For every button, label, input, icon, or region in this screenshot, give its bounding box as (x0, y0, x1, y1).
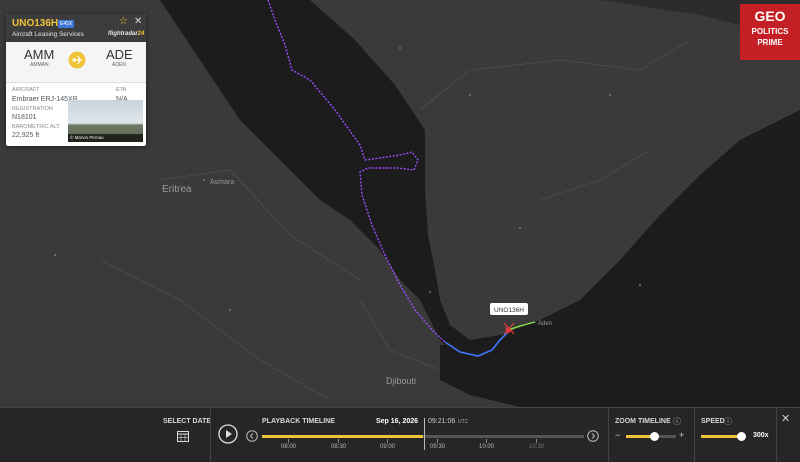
speed-help-icon[interactable]: ⓘ (724, 416, 732, 427)
zoom-slider[interactable] (626, 432, 676, 441)
aircraft-photo[interactable]: © Marvin Pirmau (68, 100, 143, 142)
brand-line-3: PRIME (757, 38, 783, 47)
close-icon[interactable]: ✕ (134, 16, 142, 27)
timeline-forward-button[interactable] (587, 430, 599, 442)
route-panel: AMM AMMAN ADE ADEN (6, 42, 146, 83)
type-badge: E45X (58, 20, 75, 28)
playback-date: Sep 16, 2026 (376, 418, 419, 425)
close-playback-button[interactable]: ✕ (781, 412, 790, 425)
playback-timezone: UTC (458, 419, 469, 425)
tick-label: 10:30 (529, 444, 545, 450)
playback-bar: SELECT DATE PLAYBACK TIMELINE Sep 16, 20… (0, 407, 800, 462)
label-asmara: Asmara (210, 179, 234, 186)
select-date-label: SELECT DATE (163, 418, 212, 425)
flightradar-logo: flightradar24 (108, 31, 144, 37)
aircraft-tag: UNO136H (494, 307, 524, 314)
flight-card-header: UNO136H E45X Aircraft Leasing Services ☆… (6, 14, 146, 42)
tick-label: 10:00 (479, 444, 495, 450)
playback-timeline-label: PLAYBACK TIMELINE (262, 418, 335, 425)
tick-label: 09:00 (380, 444, 396, 450)
brand-line-1: GEO (754, 8, 786, 24)
dest-code: ADE (106, 47, 133, 62)
timeline-back-button[interactable] (246, 430, 258, 442)
star-icon[interactable]: ☆ (119, 16, 128, 27)
zoom-slider-thumb[interactable] (650, 432, 659, 441)
speed-slider[interactable] (701, 432, 746, 441)
label-aden: Aden (538, 321, 552, 327)
speed-value: 300x (753, 432, 769, 439)
origin-city: AMMAN (30, 62, 49, 68)
operator-name: Aircraft Leasing Services (12, 31, 84, 38)
timeline-cursor[interactable] (424, 418, 425, 450)
brand-logo: GEO POLITICS PRIME (740, 4, 800, 60)
play-button[interactable] (218, 424, 238, 444)
zoom-in-button[interactable]: + (679, 430, 684, 440)
help-icon[interactable]: ⓘ (673, 416, 681, 427)
tick-label: 08:00 (281, 444, 297, 450)
dest-city: ADEN (112, 62, 126, 68)
flight-card[interactable]: UNO136H E45X Aircraft Leasing Services ☆… (6, 14, 146, 146)
altitude-value: 22,925 ft (12, 132, 40, 139)
zoom-out-button[interactable]: − (615, 430, 620, 440)
origin-code: AMM (24, 47, 55, 62)
logo-text: flightradar (108, 31, 138, 37)
logo-suffix: 24 (137, 31, 145, 37)
callsign: UNO136H (12, 18, 59, 29)
timeline-track[interactable] (262, 435, 584, 438)
registration-value: N18101 (12, 114, 37, 121)
label-djibouti: Djibouti (386, 376, 416, 386)
registration-label: REGISTRATION (12, 106, 53, 112)
eta-label: ETA (116, 87, 127, 93)
playback-time: 09:21:06 (428, 418, 456, 425)
plane-icon (68, 51, 86, 69)
brand-line-2: POLITICS (751, 27, 789, 36)
altitude-label: BAROMETRIC ALT. (12, 124, 61, 130)
tick-label: 09:30 (430, 444, 446, 450)
aircraft-label: AIRCRAFT (12, 87, 40, 93)
speed-label: SPEED (701, 418, 725, 425)
label-eritrea: Eritrea (162, 184, 192, 195)
timeline-progress (262, 435, 423, 438)
zoom-timeline-label: ZOOM TIMELINE (615, 418, 671, 425)
calendar-icon[interactable] (177, 430, 189, 442)
photo-credit: © Marvin Pirmau (68, 134, 143, 142)
tick-label: 08:30 (331, 444, 347, 450)
speed-slider-thumb[interactable] (737, 432, 746, 441)
